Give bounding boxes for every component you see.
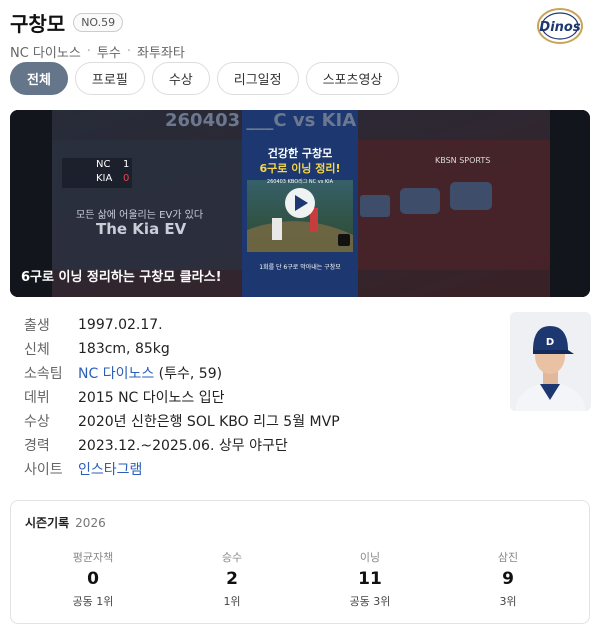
info-row-body: 신체 183cm, 85kg (24, 341, 170, 358)
info-row-career: 경력 2023.12.~2025.06. 상무 야구단 (24, 438, 288, 454)
info-row-site: 사이트 인스타그램 (24, 457, 494, 481)
logo-text: Dinos (539, 20, 580, 35)
player-header: 구창모 NO.59 NC 다이노스 · 투수 · 좌투좌타 Dinos (10, 6, 590, 61)
info-row-birth: 출생 1997.02.17. (24, 317, 163, 334)
card-headline-1: 건강한 구창모 (267, 147, 333, 160)
card-match: 260403 KBO리그 NC vs KIA (266, 179, 334, 185)
card-headline-2: 6구로 이닝 정리! (259, 162, 341, 175)
video-caption[interactable]: 6구로 이닝 정리하는 구창모 클라스! (21, 266, 222, 285)
info-row-team: 소속팀 NC 다이노스 (투수, 59) (24, 366, 223, 382)
video-bg-title: 260403 ___C vs KIA (165, 110, 357, 131)
stat-innings: 이닝 11 공동 3위 (349, 551, 391, 608)
season-title: 시즌기록 2026 (25, 516, 106, 530)
player-subinfo: NC 다이노스 · 투수 · 좌투좌타 (10, 42, 185, 61)
instagram-link[interactable]: 인스타그램 (78, 459, 142, 479)
throw-bat: 좌투좌타 (136, 46, 185, 61)
broadcaster: KBSN SPORTS (435, 156, 491, 165)
tab-profile[interactable]: 프로필 (74, 62, 145, 95)
tab-awards[interactable]: 수상 (151, 62, 210, 95)
season-year: 2026 (75, 516, 106, 530)
tab-league-schedule[interactable]: 리그일정 (216, 62, 299, 95)
stat-wins: 승수 2 1위 (221, 551, 243, 608)
player-photo[interactable]: D (510, 312, 591, 411)
video-player[interactable]: 260403 ___C vs KIA 건강한 구창모 6구로 이닝 정리! 26… (10, 110, 590, 297)
score-team-2: KIA (96, 173, 113, 184)
team-logo[interactable]: Dinos (532, 6, 588, 46)
card-footer: 1회를 단 6구로 막아내는 구창모 (259, 264, 341, 271)
info-row-award: 수상 2020년 신한은행 SOL KBO 리그 5월 MVP (24, 414, 340, 430)
player-name: 구창모 (10, 12, 66, 36)
stat-strikeouts: 삼진 9 3위 (497, 551, 519, 608)
score-val-1: 1 (123, 159, 130, 170)
team-name[interactable]: NC 다이노스 (10, 42, 81, 61)
position: 투수 (96, 46, 121, 61)
season-record: 시즌기록 2026 평균자책 0 공동 1위 승수 2 1위 이닝 11 공동 3… (10, 500, 590, 624)
tab-all[interactable]: 전체 (10, 62, 68, 95)
tab-sports-video[interactable]: 스포츠영상 (305, 62, 400, 95)
info-row-debut: 데뷔 2015 NC 다이노스 입단 (24, 390, 225, 406)
ad-text-2: The Kia EV (96, 220, 187, 238)
stat-era: 평균자책 0 공동 1위 (72, 551, 114, 608)
number-badge: NO.59 (73, 13, 124, 32)
player-info: 출생 1997.02.17. 신체 183cm, 85kg 소속팀 NC 다이노… (24, 313, 494, 481)
tab-bar: 전체 프로필 수상 리그일정 스포츠영상 (10, 62, 400, 95)
score-team-1: NC (96, 159, 111, 170)
svg-text:D: D (546, 337, 554, 348)
score-val-2: 0 (123, 173, 130, 184)
ad-text-1: 모든 삶에 어울리는 EV가 있다 (76, 210, 204, 221)
team-link[interactable]: NC 다이노스 (78, 366, 154, 382)
